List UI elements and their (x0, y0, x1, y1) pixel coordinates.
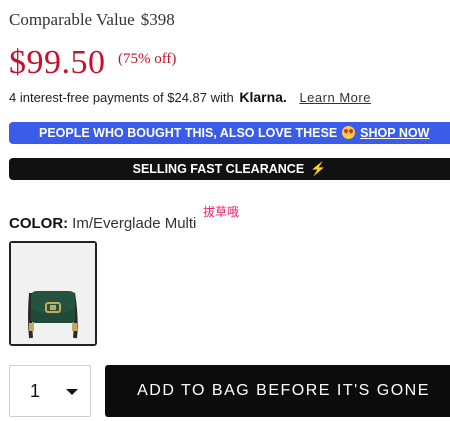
lightning-bolt-icon: ⚡ (310, 161, 327, 176)
comparable-value-price: $398 (140, 10, 175, 29)
promo-banner[interactable]: PEOPLE WHO BOUGHT THIS, ALSO LOVE THESE S… (9, 122, 450, 144)
comparable-value: Comparable Value $398 (9, 10, 175, 30)
chevron-down-icon (66, 389, 78, 395)
overlay-annotation: 拔草哦 (203, 205, 240, 219)
heart-eyes-emoji-icon (342, 126, 356, 139)
clearance-banner-text: SELLING FAST CLEARANCE (132, 162, 305, 176)
color-swatch-selected[interactable] (9, 241, 97, 346)
clearance-banner: SELLING FAST CLEARANCE ⚡ (9, 158, 450, 180)
learn-more-link[interactable]: Learn More (299, 90, 370, 105)
discount-percent: (75% off) (117, 51, 177, 67)
shop-now-link[interactable]: SHOP NOW (360, 126, 429, 140)
add-to-bag-button[interactable]: ADD TO BAG BEFORE IT'S GONE (105, 365, 450, 417)
promo-banner-text: PEOPLE WHO BOUGHT THIS, ALSO LOVE THESE (39, 126, 338, 140)
color-label: COLOR: (9, 215, 69, 232)
installment-info: 4 interest-free payments of $24.87 with … (9, 89, 371, 105)
installment-text: 4 interest-free payments of $24.87 with (9, 90, 234, 105)
quantity-dropdown[interactable]: 1 (9, 365, 91, 417)
klarna-logo: Klarna. (239, 89, 287, 105)
bag-thumbnail-image (11, 243, 95, 344)
color-value: Im/Everglade Multi (72, 215, 197, 232)
comparable-value-label: Comparable Value (9, 10, 135, 29)
color-selection: COLOR: Im/Everglade Multi (9, 215, 196, 232)
quantity-value: 1 (30, 381, 41, 401)
price-row: $99.50 (75% off) (9, 44, 176, 82)
sale-price: $99.50 (9, 44, 106, 81)
